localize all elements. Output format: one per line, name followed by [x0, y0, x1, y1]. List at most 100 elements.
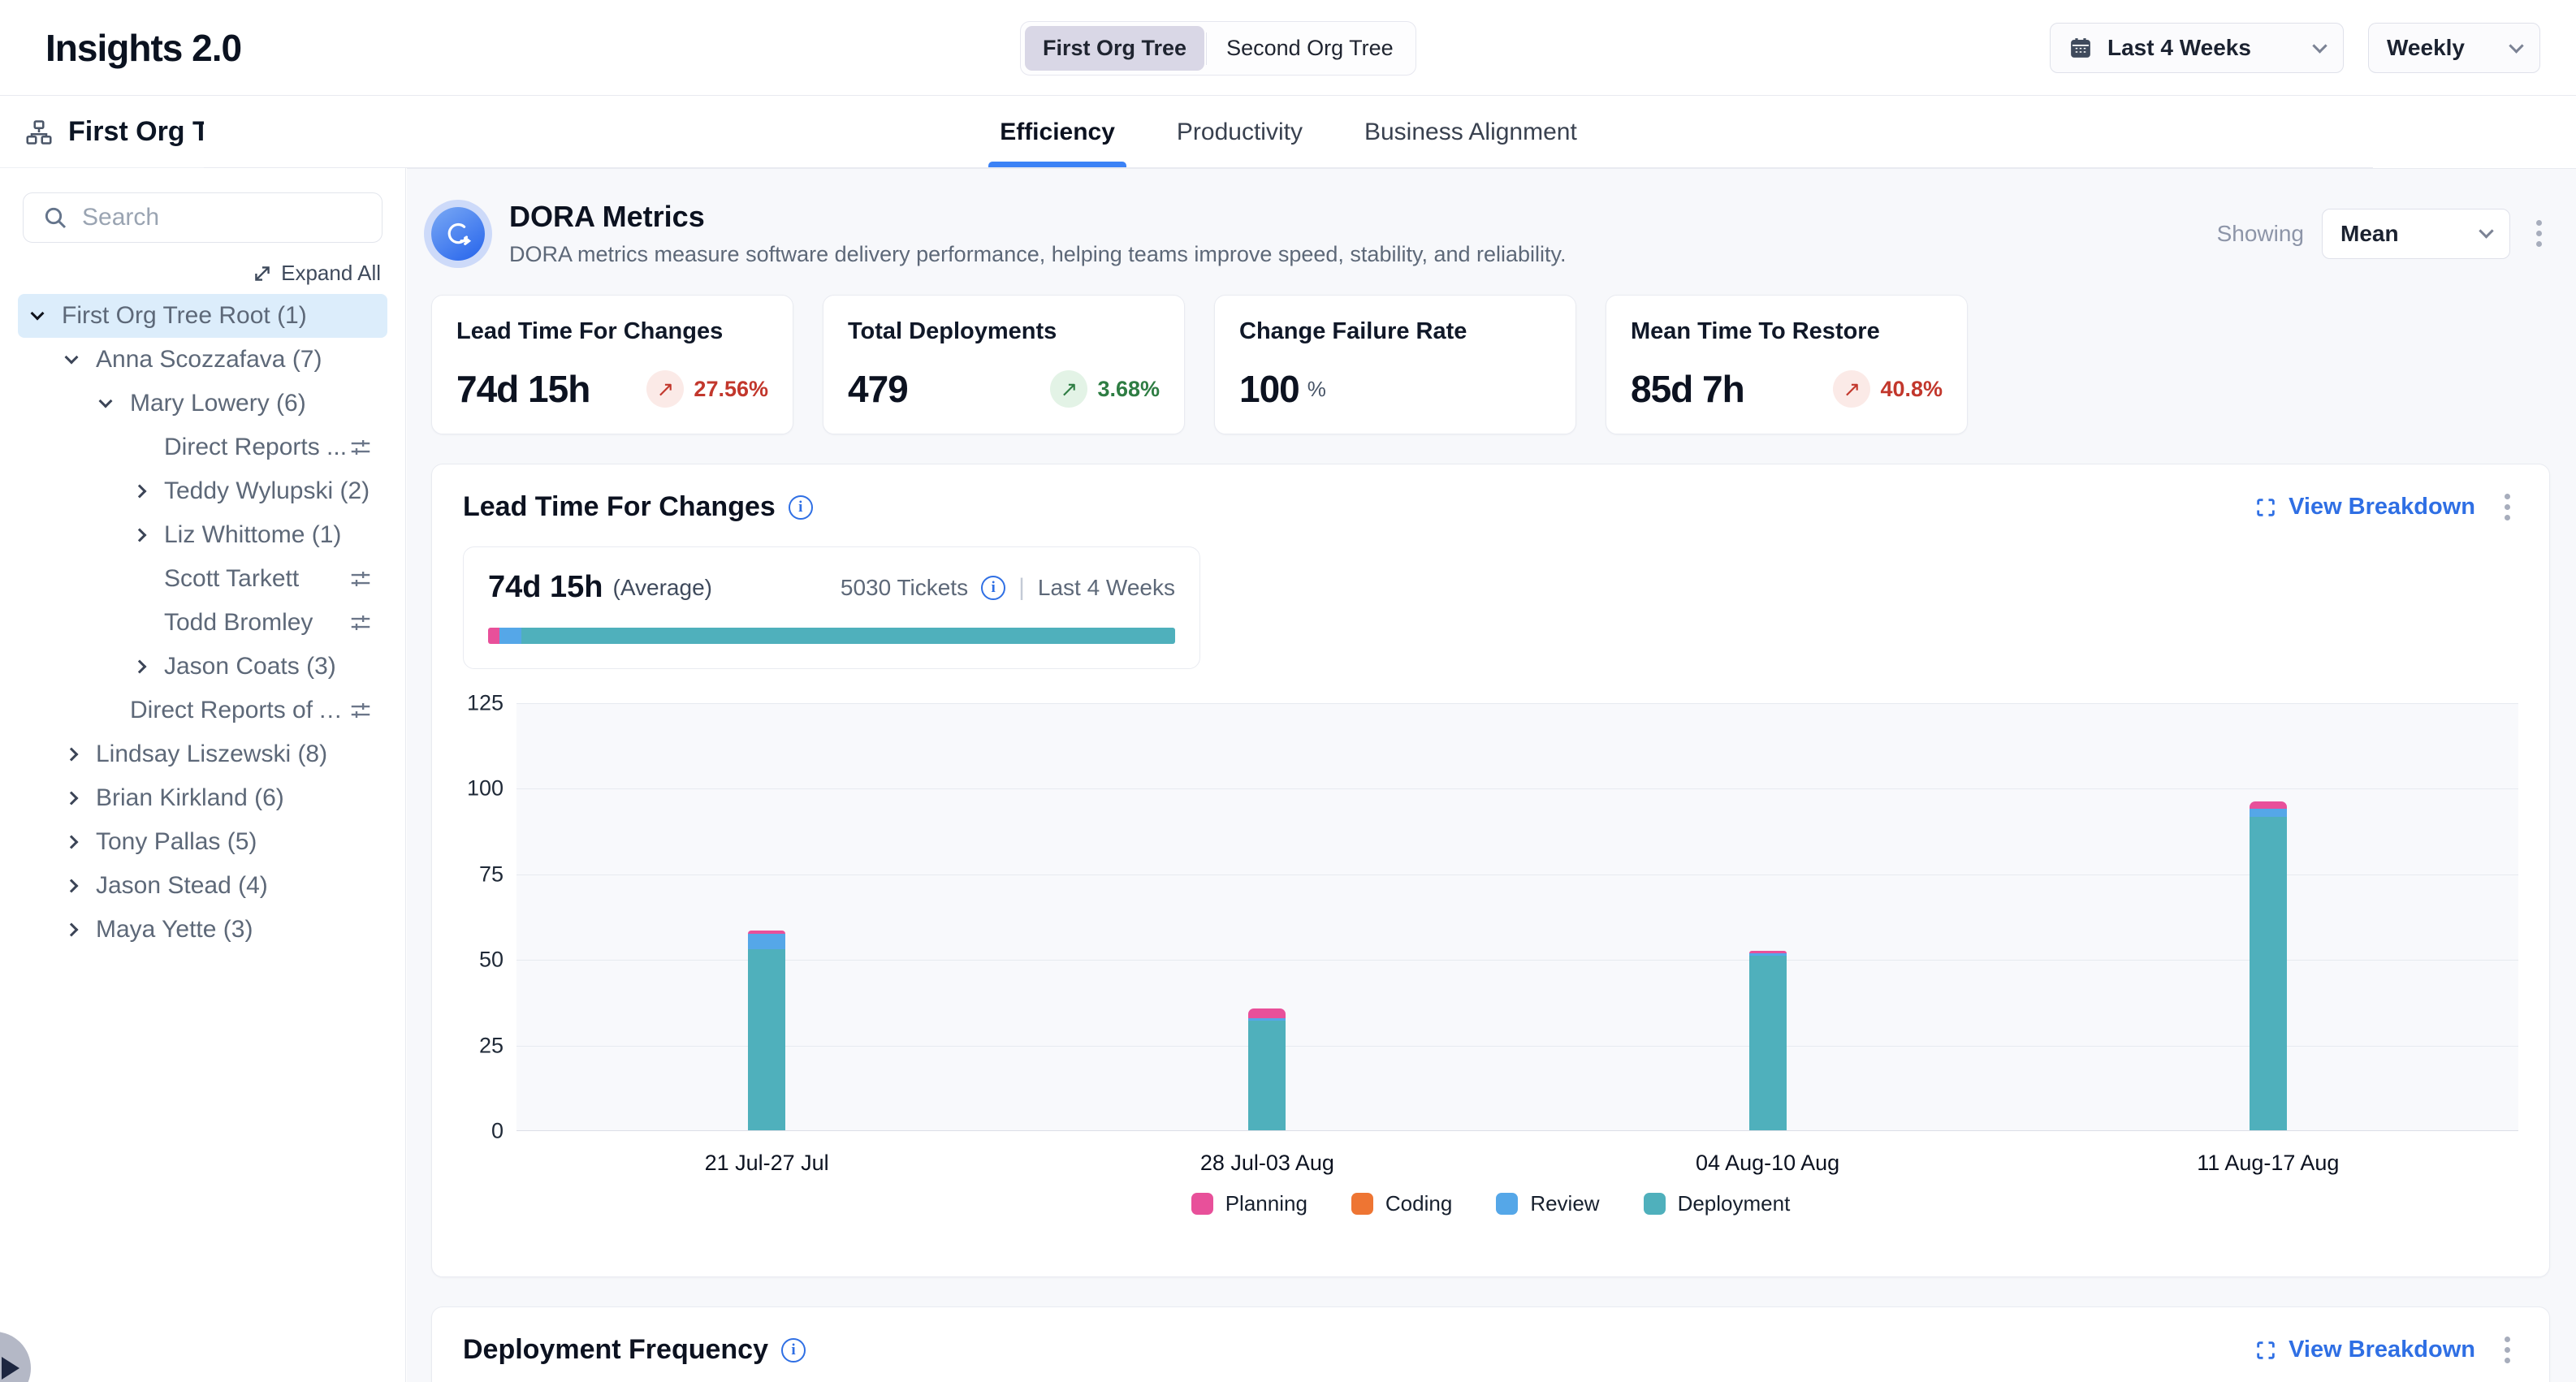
chevron-right-icon[interactable] — [133, 485, 147, 499]
sidebar-collapse-button[interactable] — [0, 1332, 31, 1382]
tree-item[interactable]: First Org Tree Root (1) — [18, 294, 387, 338]
tab-business-alignment[interactable]: Business Alignment — [1359, 97, 1582, 167]
chevron-right-icon[interactable] — [133, 660, 147, 674]
chevron-right-icon[interactable] — [65, 748, 79, 762]
expand-icon — [2254, 1339, 2277, 1362]
metric-value: 479 — [848, 367, 908, 411]
tree-item[interactable]: Scott Tarkett — [18, 557, 387, 601]
info-icon[interactable]: i — [789, 495, 813, 520]
chevron-right-icon[interactable] — [65, 879, 79, 893]
tree-item-label: Lindsay Liszewski (8) — [96, 741, 327, 768]
tree-item-label: Scott Tarkett — [164, 565, 299, 593]
info-icon[interactable]: i — [781, 1338, 806, 1363]
search-icon — [42, 205, 68, 231]
tree-item[interactable]: Tony Pallas (5) — [18, 820, 387, 864]
phase-segment-deployment — [521, 628, 1175, 644]
tree-item-label: Liz Whittome (1) — [164, 521, 341, 549]
chevron-down-icon — [2509, 38, 2523, 53]
app-title: Insights 2.0 — [45, 26, 241, 70]
metric-unit: % — [1307, 377, 1326, 402]
date-range-select[interactable]: Last 4 Weeks — [2050, 23, 2344, 73]
summary-period: Last 4 Weeks — [1038, 575, 1175, 601]
tab-efficiency[interactable]: Efficiency — [995, 97, 1120, 167]
tab-productivity[interactable]: Productivity — [1172, 97, 1307, 167]
tabs: Efficiency Productivity Business Alignment — [204, 97, 2373, 168]
gridline — [516, 788, 2518, 789]
deployment-frequency-title: Deployment Frequency — [463, 1334, 768, 1366]
chevron-down-icon[interactable] — [31, 307, 45, 321]
lead-time-title: Lead Time For Changes — [463, 491, 776, 523]
view-breakdown-link[interactable]: View Breakdown — [2254, 1337, 2475, 1363]
aggregation-select[interactable]: Mean — [2322, 209, 2510, 259]
metric-card-title: Total Deployments — [848, 318, 1160, 345]
tree-item-label: First Org Tree Root (1) — [62, 302, 307, 330]
aggregation-value: Mean — [2340, 221, 2466, 247]
toggle-first-org-tree[interactable]: First Org Tree — [1025, 26, 1204, 71]
filters-icon[interactable] — [348, 698, 373, 723]
bar-segment-deployment — [748, 949, 785, 1130]
tree-item[interactable]: Brian Kirkland (6) — [18, 776, 387, 820]
lead-time-menu-button[interactable] — [2496, 489, 2518, 525]
metric-card-value-row: 85d 7h↗40.8% — [1631, 367, 1943, 411]
search-input[interactable] — [23, 192, 383, 243]
metric-card-title: Mean Time To Restore — [1631, 318, 1943, 345]
tree-item-label: Jason Stead (4) — [96, 872, 268, 900]
sidebar: First Org Tree Root Expand All First Org… — [0, 97, 406, 1382]
metric-card: Total Deployments479↗3.68% — [823, 295, 1185, 434]
metric-value: 74d 15h — [456, 367, 590, 411]
granularity-select[interactable]: Weekly — [2368, 23, 2540, 73]
tree-item[interactable]: Todd Bromley — [18, 601, 387, 645]
toggle-divider — [1206, 32, 1207, 65]
tree-item[interactable]: Lindsay Liszewski (8) — [18, 732, 387, 776]
chevron-down-icon[interactable] — [65, 351, 79, 365]
bar-segment-review — [748, 934, 785, 949]
granularity-value: Weekly — [2387, 35, 2496, 61]
tree-item[interactable]: Teddy Wylupski (2) — [18, 469, 387, 513]
stacked-bar[interactable] — [2250, 801, 2287, 1130]
deployment-frequency-menu-button[interactable] — [2496, 1332, 2518, 1368]
metric-card-title: Change Failure Rate — [1239, 318, 1551, 345]
chevron-right-icon[interactable] — [65, 792, 79, 805]
expand-all-icon — [252, 263, 273, 284]
tree-item[interactable]: Jason Stead (4) — [18, 864, 387, 908]
tree-item[interactable]: Mary Lowery (6) — [18, 382, 387, 425]
tree-item-label: Direct Reports of A... — [130, 697, 348, 724]
tree-item[interactable]: Direct Reports ... — [18, 425, 387, 469]
expand-all-button[interactable]: Expand All — [24, 261, 381, 286]
tree-item[interactable]: Maya Yette (3) — [18, 908, 387, 952]
legend-label: Planning — [1225, 1191, 1307, 1216]
deployment-frequency-panel: Deployment Frequency i View Breakdown — [431, 1306, 2550, 1382]
legend-swatch — [1496, 1193, 1518, 1215]
chevron-right-icon[interactable] — [65, 836, 79, 849]
chevron-down-icon[interactable] — [99, 395, 113, 408]
phase-distribution-bar — [488, 628, 1175, 644]
tree-item[interactable]: Direct Reports of A... — [18, 689, 387, 732]
legend-item-planning: Planning — [1191, 1191, 1307, 1216]
chevron-right-icon[interactable] — [133, 529, 147, 542]
filters-icon[interactable] — [348, 611, 373, 635]
dora-cycle-icon — [431, 207, 485, 261]
toggle-second-org-tree[interactable]: Second Org Tree — [1208, 26, 1411, 71]
chevron-right-icon[interactable] — [65, 923, 79, 937]
filters-icon[interactable] — [348, 567, 373, 591]
tree-item[interactable]: Jason Coats (3) — [18, 645, 387, 689]
bar-segment-planning — [1248, 1008, 1286, 1019]
insights-dashboard: Insights 2.0 First Org Tree Second Org T… — [0, 0, 2576, 1382]
view-breakdown-link[interactable]: View Breakdown — [2254, 494, 2475, 520]
filters-icon[interactable] — [348, 435, 373, 460]
legend-item-review: Review — [1496, 1191, 1599, 1216]
legend-label: Deployment — [1678, 1191, 1791, 1216]
tree-item[interactable]: Liz Whittome (1) — [18, 513, 387, 557]
tree-item[interactable]: Anna Scozzafava (7) — [18, 338, 387, 382]
stacked-bar[interactable] — [748, 931, 785, 1130]
info-icon[interactable]: i — [981, 576, 1005, 600]
stacked-bar[interactable] — [1248, 1008, 1286, 1130]
phase-segment-planning — [488, 628, 499, 644]
legend-item-coding: Coding — [1351, 1191, 1452, 1216]
metric-value: 100 — [1239, 367, 1299, 411]
stacked-bar[interactable] — [1749, 951, 1787, 1130]
top-header: Insights 2.0 First Org Tree Second Org T… — [0, 0, 2576, 96]
deployment-frequency-header: Deployment Frequency i View Breakdown — [463, 1332, 2518, 1368]
dora-menu-button[interactable] — [2528, 215, 2550, 252]
y-tick-label: 75 — [479, 862, 504, 887]
